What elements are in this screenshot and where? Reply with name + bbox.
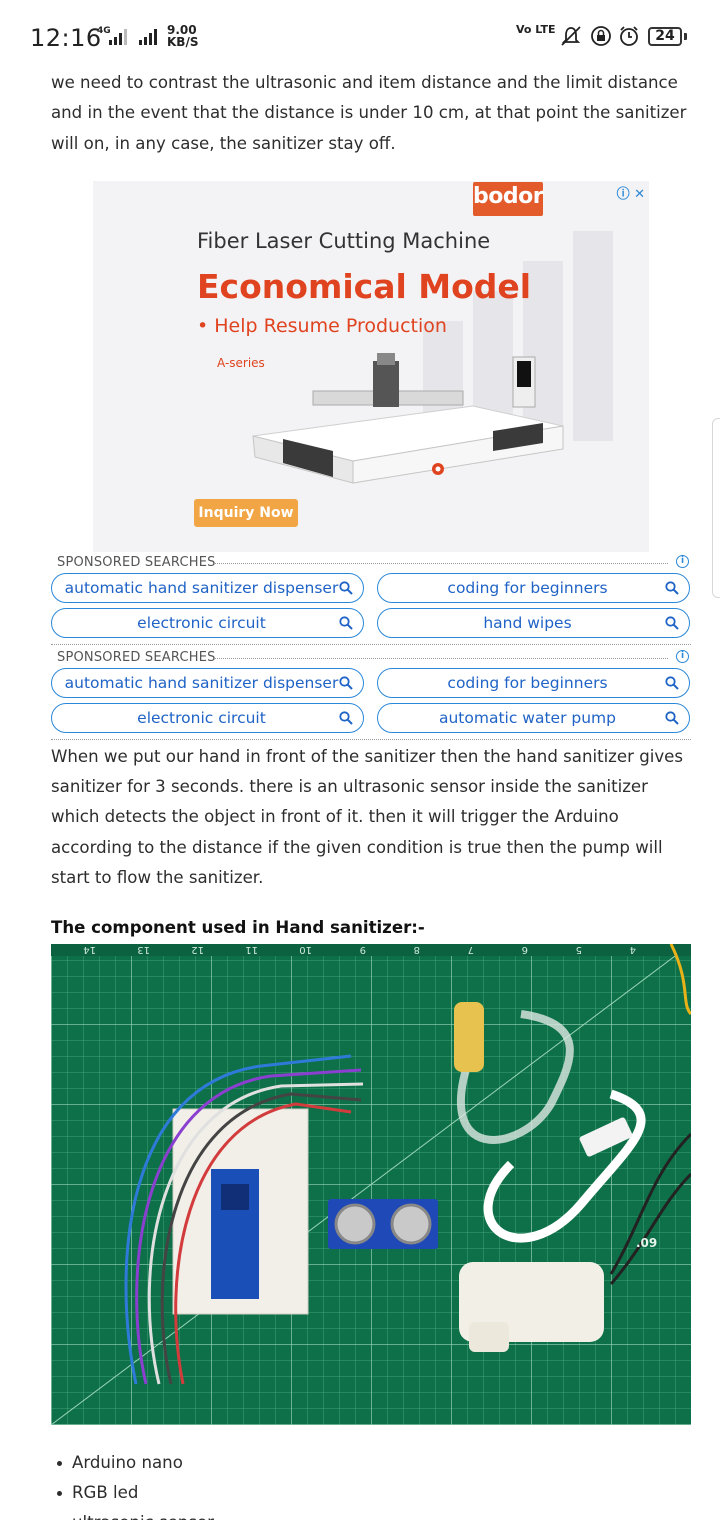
signal-icon-sim2: [139, 29, 157, 45]
clock: 12:16: [30, 24, 102, 52]
laser-machine-image-icon: [252, 353, 564, 484]
ruler-number: 9: [360, 944, 366, 955]
sponsored-search-pill[interactable]: coding for beginners: [377, 668, 690, 698]
side-drawer-handle[interactable]: [712, 418, 720, 598]
ruler-number: 6: [522, 944, 528, 955]
components-photo: 14 13 12 11 10 9 8 7 6 5 4 .09: [51, 944, 691, 1425]
pill-label: automatic hand sanitizer dispenser: [64, 674, 339, 692]
search-icon: [339, 711, 353, 725]
list-item: ultrasonic sensor: [72, 1508, 214, 1520]
article-paragraph-operation: When we put our hand in front of the san…: [51, 747, 684, 887]
divider: [51, 644, 691, 645]
sponsored-search-pill[interactable]: automatic hand sanitizer dispenser: [51, 573, 364, 603]
search-icon: [339, 581, 353, 595]
cutting-mat-image-icon: 14 13 12 11 10 9 8 7 6 5 4: [51, 944, 691, 1425]
sponsored-search-pill[interactable]: automatic water pump: [377, 703, 690, 733]
ad-bullet-text: Help Resume Production: [214, 315, 447, 337]
divider: [51, 739, 691, 740]
ruler-number: 12: [191, 944, 204, 955]
sponsored-search-pill[interactable]: coding for beginners: [377, 573, 690, 603]
ad-bullet: • Help Resume Production: [197, 315, 447, 337]
ruler-number: 4: [630, 944, 636, 955]
ad-title: Fiber Laser Cutting Machine: [197, 229, 491, 253]
lock-rotation-icon: [591, 26, 611, 46]
divider: [214, 658, 668, 659]
search-icon: [665, 676, 679, 690]
components-list: Arduino nano RGB led ultrasonic sensor: [57, 1448, 214, 1520]
ruler-number: 13: [137, 944, 150, 955]
volte-indicator: Vo LTE: [516, 23, 556, 36]
vibrate-icon: [561, 26, 581, 46]
ruler-number: 10: [299, 944, 312, 955]
list-item: Arduino nano: [57, 1448, 214, 1478]
ruler-number: 14: [83, 944, 96, 955]
battery-icon: [684, 33, 687, 40]
ruler-number: 5: [576, 944, 582, 955]
divider: [214, 563, 668, 564]
alarm-icon: [620, 26, 638, 46]
network-speed: 9.00 KB/S: [167, 24, 198, 48]
search-icon: [665, 711, 679, 725]
components-heading: The component used in Hand sanitizer:-: [51, 918, 425, 937]
battery-level: 24: [648, 27, 682, 46]
ad-banner[interactable]: bodor ⓘ ✕ Fiber Laser Cutting Machine Ec…: [93, 181, 649, 552]
info-icon[interactable]: i: [676, 650, 689, 663]
pill-label: hand wipes: [483, 614, 572, 632]
info-icon[interactable]: i: [676, 555, 689, 568]
sponsored-search-pill[interactable]: automatic hand sanitizer dispenser: [51, 668, 364, 698]
search-icon: [665, 581, 679, 595]
ruler-number: 8: [414, 944, 420, 955]
pill-label: electronic circuit: [137, 709, 266, 727]
ad-headline: Economical Model: [197, 267, 532, 306]
sponsored-search-pill[interactable]: hand wipes: [377, 608, 690, 638]
pill-label: electronic circuit: [137, 614, 266, 632]
sponsored-search-pill[interactable]: electronic circuit: [51, 608, 364, 638]
ruler-number: 11: [245, 944, 258, 955]
adchoices-icon[interactable]: ⓘ ✕: [617, 183, 645, 202]
pill-label: automatic hand sanitizer dispenser: [64, 579, 339, 597]
speed-unit: KB/S: [167, 35, 199, 49]
inquiry-now-button[interactable]: Inquiry Now: [194, 499, 298, 527]
list-item: RGB led: [57, 1478, 214, 1508]
status-bar: 12:16 4G 9.00 KB/S Vo LTE 24: [0, 0, 720, 72]
pill-label: coding for beginners: [447, 579, 608, 597]
search-icon: [665, 616, 679, 630]
pill-label: coding for beginners: [447, 674, 608, 692]
pill-label: automatic water pump: [438, 709, 616, 727]
sponsored-search-pill[interactable]: electronic circuit: [51, 703, 364, 733]
sponsored-searches-label: SPONSORED SEARCHES: [57, 555, 216, 570]
signal-icon: [109, 29, 127, 45]
search-icon: [339, 616, 353, 630]
search-icon: [339, 676, 353, 690]
sponsored-searches-label: SPONSORED SEARCHES: [57, 650, 216, 665]
ruler-number: 7: [468, 944, 474, 955]
mat-label: .09: [636, 1236, 658, 1250]
ad-brand-logo: bodor: [473, 182, 544, 216]
